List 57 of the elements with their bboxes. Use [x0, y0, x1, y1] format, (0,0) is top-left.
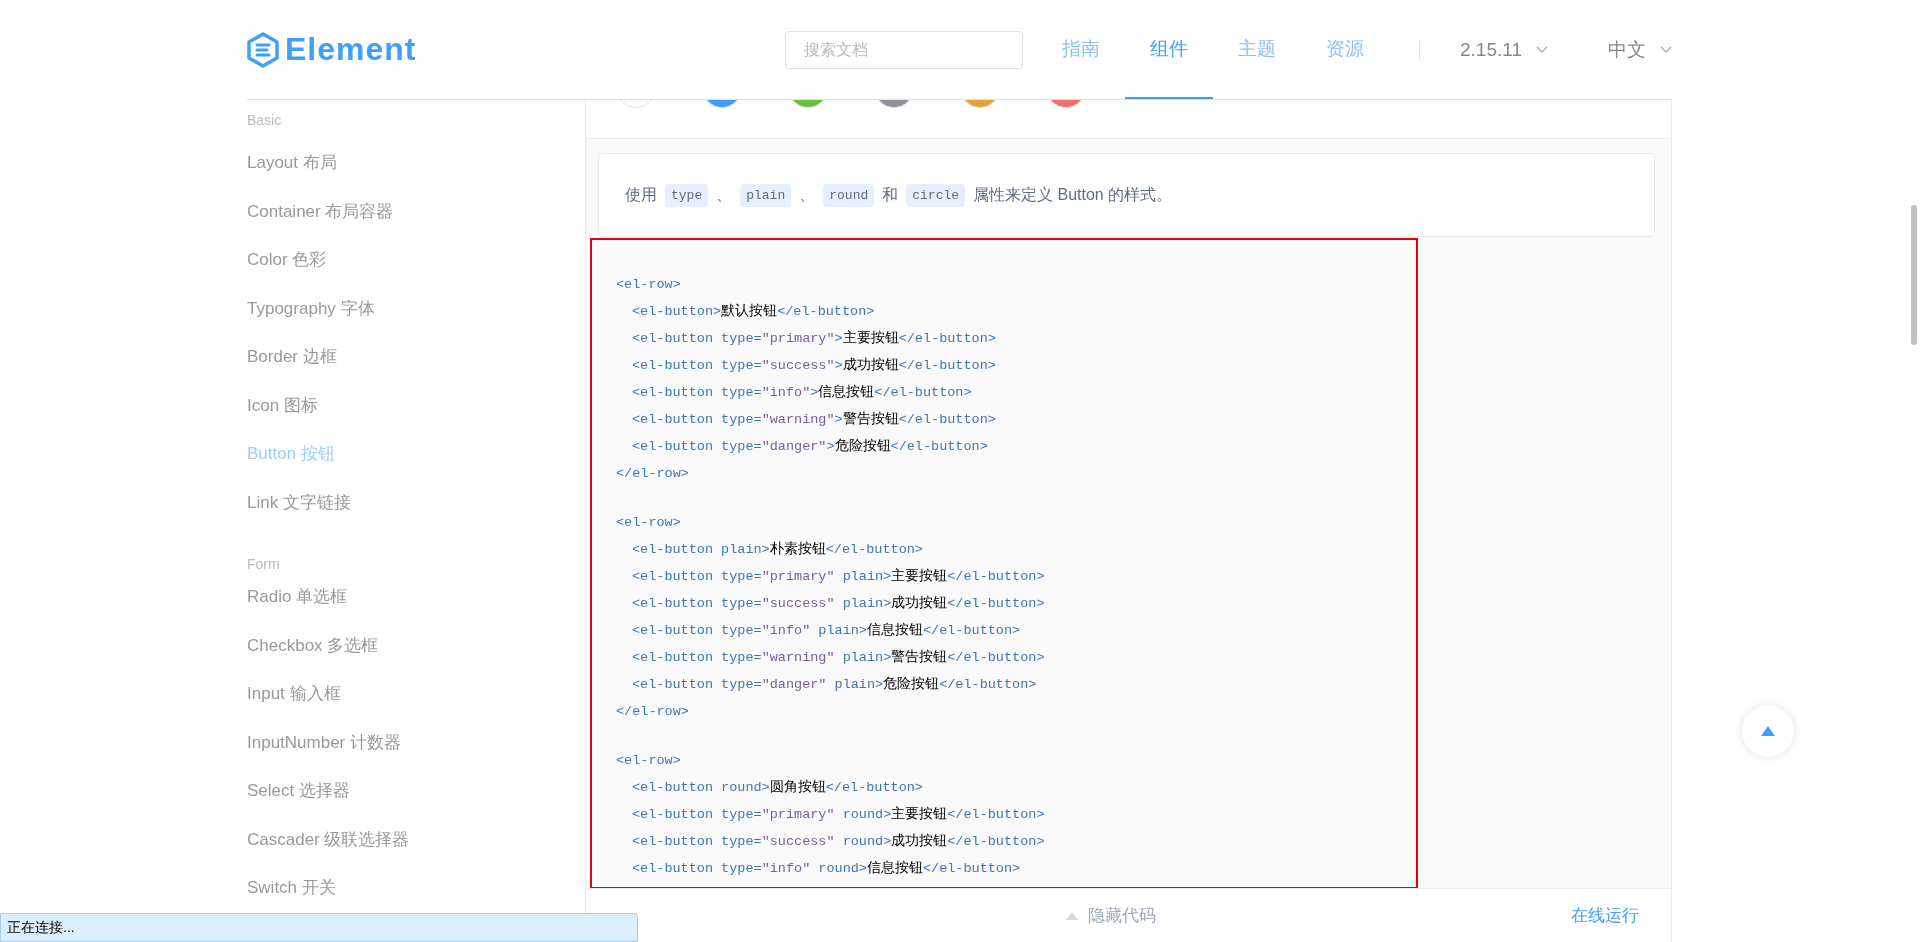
code-line: <el-row> [616, 276, 681, 294]
nav-link[interactable]: 指南 [1037, 0, 1125, 99]
sidebar-item[interactable]: Icon 图标 [247, 390, 318, 421]
sidebar-item[interactable]: Radio 单选框 [247, 582, 348, 612]
code-line: <el-button type="warning" plain>警告按钮</el-button> [632, 648, 1045, 667]
version-select[interactable]: 2.15.11 [1460, 38, 1548, 61]
sidebar-group-title: Form [247, 556, 280, 572]
sidebar-item[interactable]: InputNumber 计数器 [247, 727, 401, 758]
code-line: <el-button type="primary">主要按钮</el-button> [632, 329, 996, 348]
sidebar-item[interactable]: Cascader 级联选择器 [247, 824, 410, 855]
code-line: <el-button type="primary" plain>主要按钮</el-button> [632, 567, 1045, 586]
description-text: 使用 type 、 plain 、 round 和 circle 属性来定义 Button 的样式。 [598, 153, 1655, 237]
triangle-up-icon [1066, 911, 1078, 920]
scrollbar-thumb[interactable] [1911, 205, 1917, 345]
nav-link[interactable]: 资源 [1301, 0, 1389, 99]
logo-icon [247, 31, 279, 68]
sidebar-item[interactable]: Border 边框 [247, 342, 337, 372]
back-to-top-button[interactable] [1742, 705, 1794, 757]
logo-text[interactable]: Element [285, 31, 417, 68]
sidebar-item[interactable]: Container 布局容器 [247, 196, 394, 227]
sidebar-item[interactable]: Color 色彩 [247, 245, 327, 275]
sidebar-item[interactable]: Select 选择器 [247, 776, 350, 806]
code-line: <el-button>默认按钮</el-button> [632, 302, 875, 321]
run-online-link[interactable]: 在线运行 [1571, 904, 1639, 927]
sidebar-item[interactable]: Typography 字体 [247, 293, 375, 324]
code-line: <el-row> [616, 752, 681, 770]
code-line: <el-button round>圆角按钮</el-button> [632, 778, 923, 797]
sidebar-item[interactable]: Layout 布局 [247, 148, 337, 178]
code-line: <el-button type="info" round>信息按钮</el-button> [632, 859, 1021, 878]
search-field[interactable]: 搜索文档 [785, 30, 1023, 69]
chevron-down-icon [1660, 45, 1672, 54]
sidebar-item[interactable]: Button 按钮 [247, 439, 335, 469]
hide-code-button[interactable]: 隐藏代码 [1066, 904, 1156, 927]
code-line: <el-button type="info">信息按钮</el-button> [632, 383, 972, 402]
sidebar-group-title: Basic [247, 112, 282, 128]
code-line: </el-row> [616, 465, 689, 483]
sidebar-item[interactable]: Link 文字链接 [247, 487, 351, 518]
sidebar-item[interactable]: Checkbox 多选框 [247, 630, 379, 661]
code-line: <el-button type="success" plain>成功按钮</el-button> [632, 594, 1045, 613]
code-line: <el-button plain>朴素按钮</el-button> [632, 540, 923, 559]
code-line: </el-row> [616, 703, 689, 721]
code-line: <el-button type="info" plain>信息按钮</el-button> [632, 621, 1021, 640]
code-line: <el-button type="success">成功按钮</el-button> [632, 356, 996, 375]
chevron-down-icon [1536, 45, 1548, 54]
status-toast: 正在连接... [0, 913, 638, 942]
triangle-up-icon [1761, 726, 1775, 736]
code-line: <el-button type="danger" plain>危险按钮</el-button> [632, 675, 1037, 694]
code-line: <el-button type="success" round>成功按钮</el-button> [632, 832, 1045, 851]
sidebar-item[interactable]: Switch 开关 [247, 873, 336, 903]
language-select[interactable]: 中文 [1608, 36, 1672, 63]
nav-link[interactable]: 主题 [1213, 0, 1301, 99]
code-line: <el-button type="warning">警告按钮</el-button> [632, 410, 996, 429]
code-line: <el-button type="danger">危险按钮</el-button> [632, 437, 988, 456]
nav-link[interactable]: 组件 [1125, 0, 1213, 99]
sidebar-item[interactable]: Input 输入框 [247, 679, 341, 709]
code-line: <el-row> [616, 514, 681, 532]
code-line: <el-button type="primary" round>主要按钮</el-button> [632, 805, 1045, 824]
